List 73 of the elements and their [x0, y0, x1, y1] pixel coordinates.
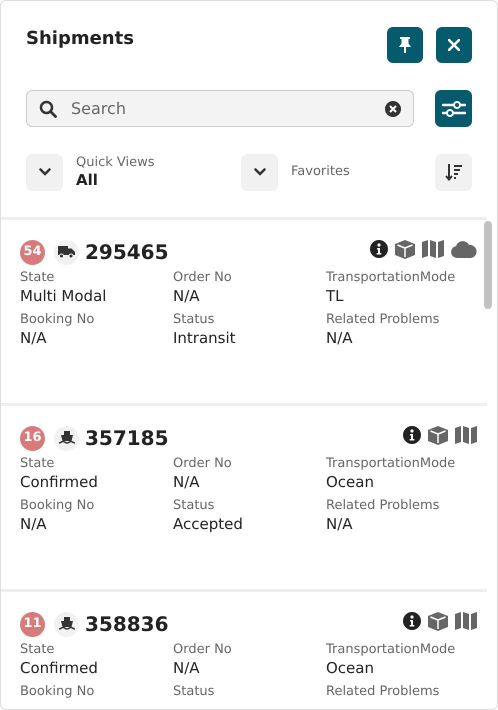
field-value: Ocean — [326, 472, 375, 492]
shipment-number[interactable]: 295465 — [85, 237, 168, 267]
close-icon — [448, 39, 460, 51]
field-label: State — [20, 270, 56, 286]
sliders-icon — [442, 98, 466, 118]
pin-button[interactable] — [387, 27, 423, 63]
chevron-down-icon — [254, 168, 266, 176]
sort-icon — [444, 163, 462, 181]
field-label: State — [20, 456, 56, 472]
field-label: State — [20, 642, 56, 658]
dropdown-label: Favorites — [291, 164, 350, 180]
cloud-icon[interactable] — [451, 240, 477, 258]
box-icon[interactable] — [428, 612, 448, 630]
field-label: Status — [173, 312, 216, 328]
map-icon[interactable] — [422, 240, 444, 258]
field-label: Order No — [173, 456, 233, 472]
dropdown-value: All — [76, 171, 99, 189]
count-badge: 54 — [20, 240, 45, 264]
dropdown-button[interactable] — [241, 154, 278, 190]
shipment-number[interactable]: 357185 — [85, 423, 168, 453]
chevron-down-icon — [38, 168, 50, 176]
field-label: Status — [173, 684, 216, 700]
field-value: N/A — [20, 328, 48, 348]
pin-icon — [398, 37, 412, 53]
field-value: Ocean — [326, 658, 375, 678]
ship-icon — [58, 431, 74, 445]
field-label: Booking No — [20, 684, 96, 700]
map-icon[interactable] — [455, 612, 477, 630]
field-label: Booking No — [20, 312, 96, 328]
info-icon[interactable] — [370, 240, 388, 258]
field-label: Related Problems — [326, 498, 440, 514]
map-icon[interactable] — [455, 426, 477, 444]
panel-title: Shipments — [26, 27, 135, 51]
sort-button[interactable] — [435, 154, 472, 190]
clear-icon[interactable] — [385, 100, 401, 116]
field-label: Order No — [173, 642, 233, 658]
info-icon[interactable] — [403, 612, 421, 630]
close-button[interactable] — [436, 27, 472, 63]
field-label: Related Problems — [326, 684, 440, 700]
field-label: TransportationMode — [326, 270, 456, 286]
field-value: Accepted — [173, 514, 244, 534]
box-icon[interactable] — [395, 240, 415, 258]
field-label: Related Problems — [326, 312, 440, 328]
info-icon[interactable] — [403, 426, 421, 444]
field-value: N/A — [173, 286, 201, 306]
field-value: Intransit — [173, 328, 237, 348]
field-value: N/A — [173, 658, 201, 678]
count-badge: 16 — [20, 426, 45, 450]
search-field[interactable]: Search — [26, 90, 414, 127]
truck-icon — [58, 246, 75, 258]
field-label: Booking No — [20, 498, 96, 514]
field-label: TransportationMode — [326, 642, 456, 658]
field-label: TransportationMode — [326, 456, 456, 472]
field-value: Confirmed — [20, 472, 99, 492]
filter-settings-button[interactable] — [435, 90, 472, 127]
search-input[interactable]: Search — [71, 96, 385, 120]
box-icon[interactable] — [428, 426, 448, 444]
field-value: N/A — [173, 472, 201, 492]
field-label: Status — [173, 498, 216, 514]
shipment-number[interactable]: 358836 — [85, 609, 168, 639]
search-icon — [39, 100, 57, 118]
field-label: Order No — [173, 270, 233, 286]
field-value: TL — [326, 286, 345, 306]
field-value: Multi Modal — [20, 286, 108, 306]
field-value: N/A — [326, 514, 354, 534]
dropdown-button[interactable] — [26, 154, 63, 190]
count-badge: 11 — [20, 612, 45, 636]
field-value: Confirmed — [20, 658, 99, 678]
ship-icon — [58, 617, 74, 631]
field-value: N/A — [326, 328, 354, 348]
field-value: N/A — [20, 514, 48, 534]
dropdown-label: Quick Views — [76, 155, 155, 171]
scrollbar[interactable] — [484, 221, 492, 309]
